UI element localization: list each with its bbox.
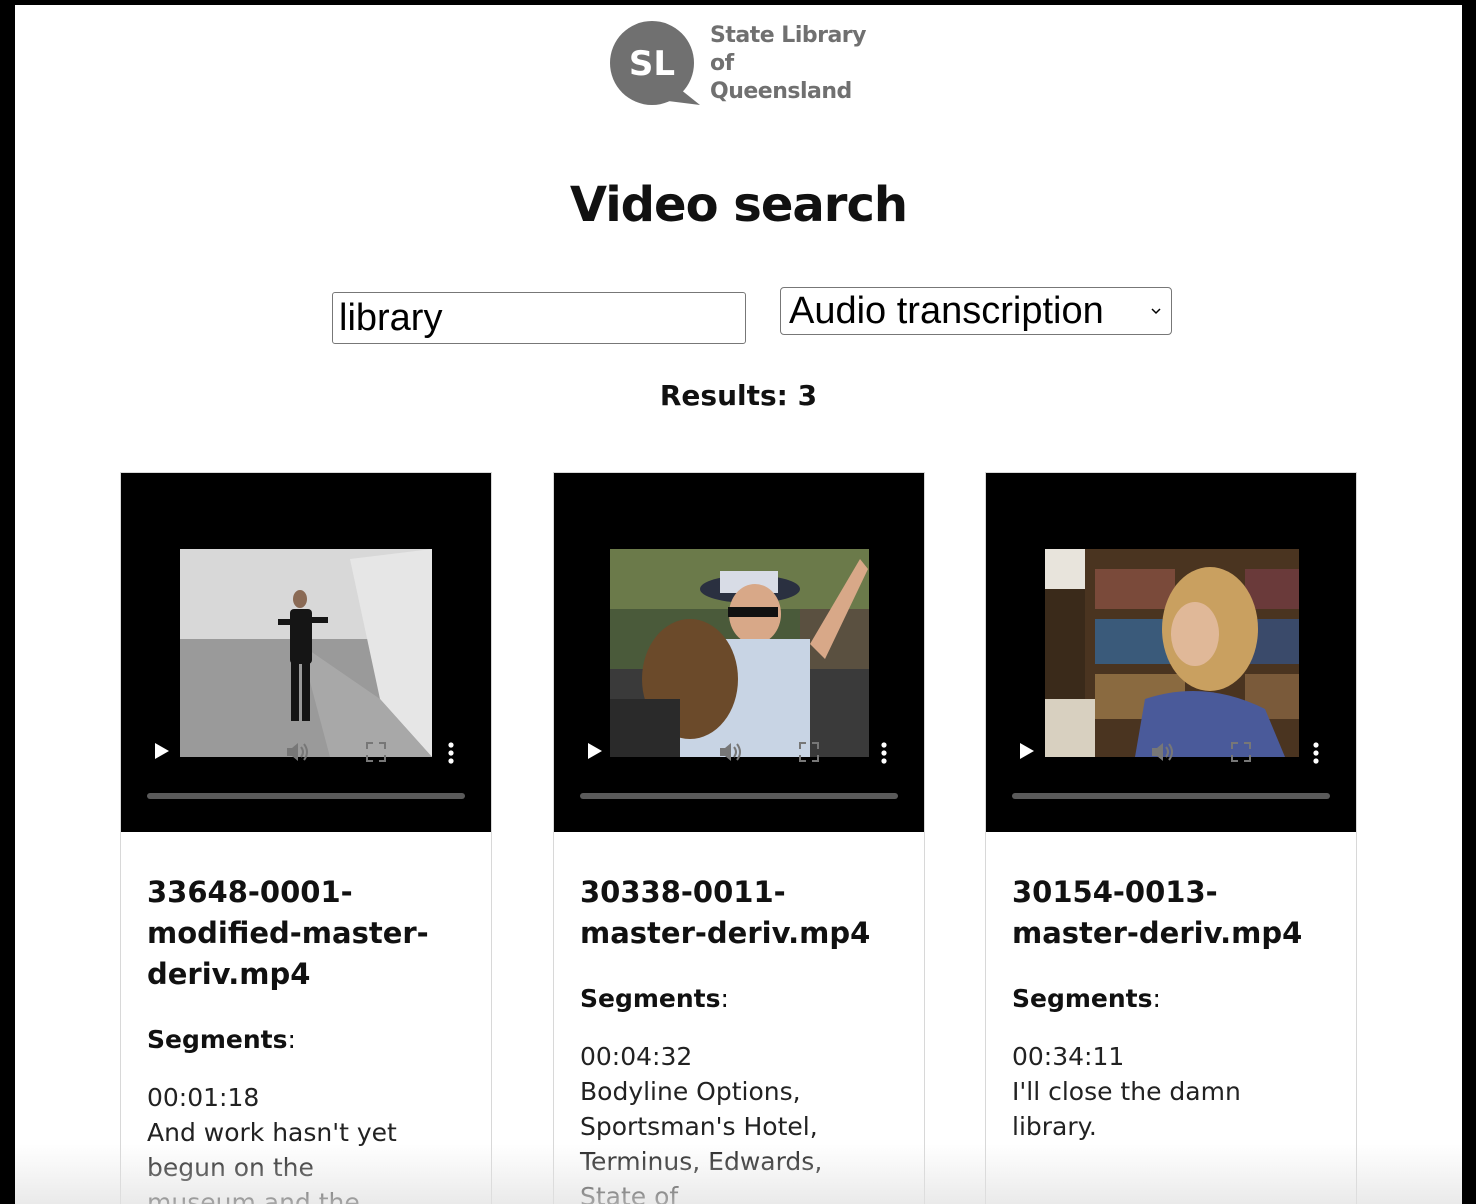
bottom-fade xyxy=(15,1144,1462,1204)
results-count: Results: 3 xyxy=(659,379,818,412)
video-filename: 33648-0001-modified-master-deriv.mp4 xyxy=(147,875,429,991)
video-thumbnail xyxy=(180,549,432,757)
volume-icon[interactable] xyxy=(718,741,744,763)
video-thumbnail xyxy=(610,549,869,757)
segments-label: Segments xyxy=(147,1025,288,1054)
segments-heading: Segments: xyxy=(580,984,729,1013)
video-controls xyxy=(121,741,491,771)
video-player[interactable] xyxy=(986,473,1356,832)
volume-icon[interactable] xyxy=(1150,741,1176,763)
logo-line-2: of Queensland xyxy=(710,51,852,104)
segments-heading: Segments: xyxy=(1012,984,1161,1013)
video-thumbnail xyxy=(1045,549,1299,757)
segment-timestamp[interactable]: 00:04:32 xyxy=(580,1039,898,1074)
video-filename: 30154-0013-master-deriv.mp4 xyxy=(1012,875,1303,950)
fullscreen-icon[interactable] xyxy=(798,741,820,763)
video-controls xyxy=(986,741,1356,771)
logo-line-1: State Library xyxy=(710,23,867,48)
result-card: 33648-0001-modified-master-deriv.mp4 Seg… xyxy=(120,472,492,1204)
segments-label: Segments xyxy=(580,984,721,1013)
play-icon[interactable] xyxy=(1018,741,1036,761)
more-options-icon[interactable] xyxy=(1312,741,1320,765)
more-options-icon[interactable] xyxy=(880,741,888,765)
segment-timestamp[interactable]: 00:01:18 xyxy=(147,1080,465,1115)
result-card: 30338-0011-master-deriv.mp4 Segments: 00… xyxy=(553,472,925,1204)
chevron-down-icon xyxy=(1151,308,1161,315)
video-controls xyxy=(554,741,924,771)
segment-text: I'll close the damn library. xyxy=(1012,1077,1241,1141)
video-player[interactable] xyxy=(554,473,924,832)
result-card: 30154-0013-master-deriv.mp4 Segments: 00… xyxy=(985,472,1357,1204)
sl-logo-icon: SL xyxy=(610,21,700,105)
video-player[interactable] xyxy=(121,473,491,832)
video-progress-bar[interactable] xyxy=(1012,793,1330,799)
page-title: Video search xyxy=(569,177,908,233)
play-icon[interactable] xyxy=(153,741,171,761)
page: SL State Library of Queensland Video sea… xyxy=(15,5,1462,1204)
fullscreen-icon[interactable] xyxy=(1230,741,1252,763)
video-filename: 30338-0011-master-deriv.mp4 xyxy=(580,875,871,950)
fullscreen-icon[interactable] xyxy=(365,741,387,763)
search-input[interactable] xyxy=(332,292,746,344)
logo-mark-text: SL xyxy=(629,44,675,84)
search-type-select[interactable]: Audio transcription xyxy=(780,287,1172,335)
segments-heading: Segments: xyxy=(147,1025,296,1054)
volume-icon[interactable] xyxy=(285,741,311,763)
play-icon[interactable] xyxy=(586,741,604,761)
logo-wordmark: State Library of Queensland xyxy=(710,22,880,106)
state-library-logo[interactable]: SL State Library of Queensland xyxy=(610,21,880,107)
video-progress-bar[interactable] xyxy=(580,793,898,799)
card-body: 30154-0013-master-deriv.mp4 Segments: 00… xyxy=(986,832,1356,1144)
search-type-selected: Audio transcription xyxy=(789,289,1104,332)
more-options-icon[interactable] xyxy=(447,741,455,765)
segments-label: Segments xyxy=(1012,984,1153,1013)
video-progress-bar[interactable] xyxy=(147,793,465,799)
segment-timestamp[interactable]: 00:34:11 xyxy=(1012,1039,1330,1074)
